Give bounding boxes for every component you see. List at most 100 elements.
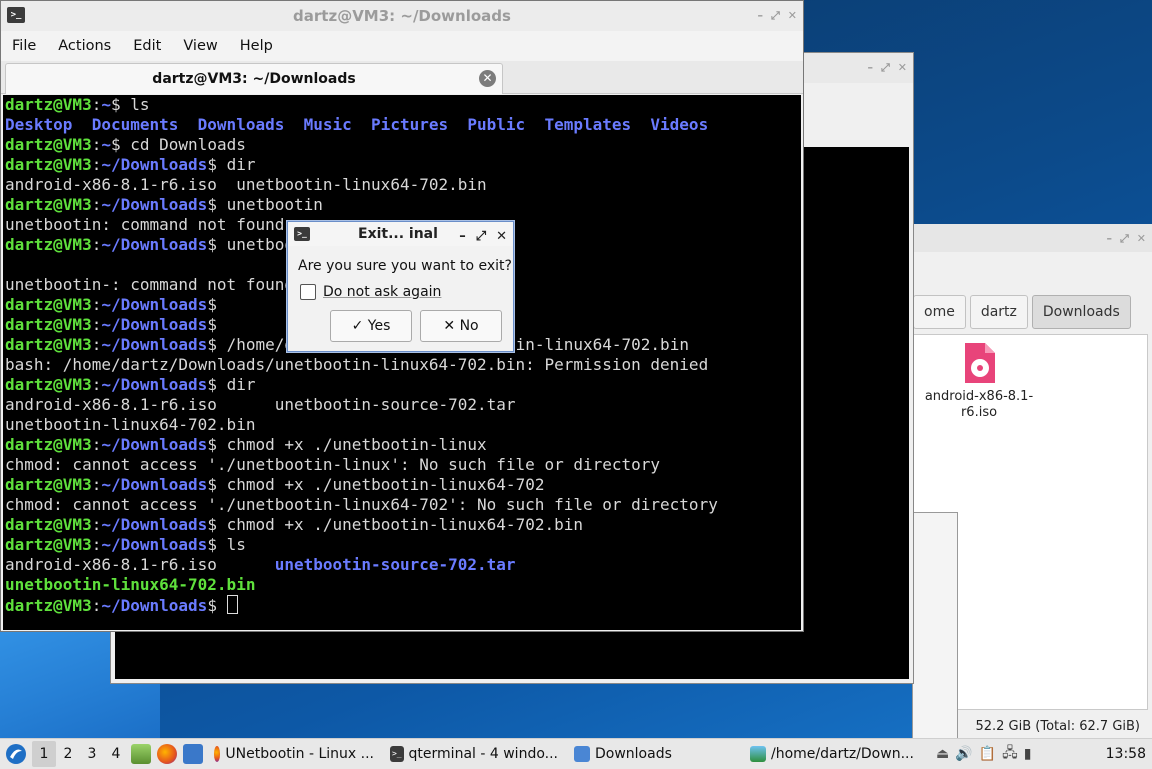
file-manager-launcher-icon[interactable] — [131, 744, 151, 764]
terminal-titlebar[interactable]: >_ dartz@VM3: ~/Downloads – ⤢ ✕ — [1, 1, 803, 31]
terminal-text: $ — [207, 315, 217, 334]
path-button-dartz[interactable]: dartz — [969, 295, 1028, 329]
close-icon[interactable]: ✕ — [496, 225, 507, 249]
menu-actions[interactable]: Actions — [47, 38, 122, 54]
terminal-line: dartz@VM3:~/Downloads$ unetbootin — [3, 195, 801, 215]
workspace-1[interactable]: 1 — [32, 741, 56, 767]
start-menu-icon[interactable] — [4, 742, 28, 766]
terminal-text: : — [91, 335, 102, 354]
path-button-home[interactable]: ome — [913, 295, 966, 329]
maximize-icon[interactable]: ⤢ — [771, 1, 780, 31]
terminal-line: chmod: cannot access './unetbootin-linux… — [3, 455, 801, 475]
system-tray: ⏏ 🔊 📋 🖧 ▮ — [936, 742, 1031, 766]
terminal-line: chmod: cannot access './unetbootin-linux… — [3, 495, 801, 515]
dialog-title: Exit... inal — [358, 226, 438, 242]
menu-view[interactable]: View — [172, 38, 228, 54]
clock[interactable]: 13:58 — [1106, 739, 1146, 769]
updates-icon[interactable]: ⏏ — [936, 746, 949, 762]
prompt-user: dartz@VM3 — [5, 295, 92, 314]
terminal-text: : — [91, 535, 102, 554]
terminal-text: $ chmod +x ./unetbootin-linux64-702.bin — [207, 515, 583, 534]
terminal-cursor — [226, 595, 238, 614]
terminal-text: : — [91, 155, 102, 174]
prompt-user: dartz@VM3 — [5, 596, 92, 615]
background-window[interactable] — [912, 512, 958, 740]
tab-label: dartz@VM3: ~/Downloads — [152, 71, 356, 87]
firefox-launcher-icon[interactable] — [157, 744, 177, 764]
prompt-path: ~/Downloads — [101, 335, 208, 354]
path-button-downloads[interactable]: Downloads — [1031, 295, 1131, 329]
battery-icon[interactable]: ▮ — [1024, 746, 1032, 762]
close-icon[interactable]: ✕ — [788, 1, 797, 31]
minimize-icon[interactable]: – — [459, 225, 466, 249]
terminal-output[interactable]: dartz@VM3:~$ ls Desktop Documents Downloa… — [3, 95, 801, 630]
workspace-2[interactable]: 2 — [56, 746, 80, 762]
workspace-4[interactable]: 4 — [104, 746, 128, 762]
clipboard-icon[interactable]: 📋 — [979, 746, 996, 762]
file-item[interactable]: android-x86-8.1-r6.iso — [924, 341, 1034, 421]
dialog-titlebar[interactable]: >_ Exit... inal – ⤢ ✕ — [288, 222, 513, 246]
prompt-path: ~/Downloads — [101, 435, 208, 454]
prompt-path: ~ — [101, 135, 111, 154]
minimize-icon[interactable]: – — [1106, 225, 1112, 253]
prompt-path: ~/Downloads — [101, 155, 208, 174]
exit-dialog[interactable]: >_ Exit... inal – ⤢ ✕ Are you sure you w… — [287, 221, 514, 352]
terminal-text: chmod: cannot access './unetbootin-linux… — [5, 495, 718, 514]
terminal-text: : — [91, 475, 102, 494]
network-icon[interactable]: 🖧 — [1002, 742, 1018, 766]
terminal-text: Desktop Documents Downloads Music Pictur… — [5, 115, 709, 134]
close-icon[interactable]: ✕ — [898, 53, 907, 83]
terminal-line: dartz@VM3:~/Downloads$ — [3, 595, 801, 615]
disc-image-file-icon — [965, 343, 995, 383]
terminal-text: $ — [207, 596, 227, 615]
file-manager-titlebar[interactable]: – ⤢ ✕ — [913, 224, 1152, 252]
menu-file[interactable]: File — [1, 38, 47, 54]
terminal-line: dartz@VM3:~$ cd Downloads — [3, 135, 801, 155]
task-image-viewer[interactable]: /home/dartz/Down... — [742, 746, 928, 762]
prompt-user: dartz@VM3 — [5, 195, 92, 214]
cancel-icon: ✕ — [443, 318, 456, 334]
task-unetbootin[interactable]: UNetbootin - Linux ... — [206, 746, 382, 762]
menu-edit[interactable]: Edit — [122, 38, 172, 54]
terminal-tab[interactable]: dartz@VM3: ~/Downloads ✕ — [5, 63, 503, 94]
minimize-icon[interactable]: – — [757, 1, 763, 31]
prompt-user: dartz@VM3 — [5, 515, 92, 534]
terminal-text: : — [91, 235, 102, 254]
task-downloads[interactable]: Downloads — [566, 746, 742, 762]
task-qterminal[interactable]: >_ qterminal - 4 windo... — [382, 746, 566, 762]
prompt-path: ~/Downloads — [101, 515, 208, 534]
checkbox-label[interactable]: Do not ask again — [323, 284, 441, 300]
maximize-icon[interactable]: ⤢ — [1120, 225, 1129, 253]
no-button[interactable]: ✕ No — [420, 310, 502, 342]
firefox-icon — [214, 746, 221, 762]
workspace-3[interactable]: 3 — [80, 746, 104, 762]
do-not-ask-checkbox[interactable] — [300, 284, 316, 300]
minimize-icon[interactable]: – — [867, 53, 873, 83]
prompt-path: ~/Downloads — [101, 295, 208, 314]
no-label: No — [459, 318, 479, 334]
terminal-icon: >_ — [7, 7, 25, 23]
maximize-icon[interactable]: ⤢ — [476, 225, 486, 249]
dialog-message: Are you sure you want to exit? — [298, 258, 512, 274]
tab-close-icon[interactable]: ✕ — [479, 70, 496, 87]
terminal-text: android-x86-8.1-r6.iso — [5, 555, 275, 574]
menu-help[interactable]: Help — [229, 38, 284, 54]
volume-icon[interactable]: 🔊 — [955, 746, 972, 762]
prompt-user: dartz@VM3 — [5, 475, 92, 494]
prompt-path: ~/Downloads — [101, 535, 208, 554]
terminal-text: bash: /home/dartz/Downloads/unetbootin-l… — [5, 355, 709, 374]
terminal-text: : — [91, 135, 102, 154]
show-desktop-icon[interactable] — [183, 744, 203, 764]
yes-button[interactable]: ✓ Yes — [330, 310, 412, 342]
terminal-line: dartz@VM3:~$ ls — [3, 95, 801, 115]
terminal-text: unetbootin-linux64-702.bin — [5, 415, 256, 434]
maximize-icon[interactable]: ⤢ — [881, 53, 890, 83]
terminal-line: dartz@VM3:~/Downloads$ chmod +x ./unetbo… — [3, 515, 801, 535]
path-bar: ome dartz Downloads — [913, 292, 1131, 332]
close-icon[interactable]: ✕ — [1137, 225, 1146, 253]
taskbar: 1 2 3 4 UNetbootin - Linux ... >_ qtermi… — [0, 738, 1152, 769]
do-not-ask-checkbox-row[interactable]: Do not ask again — [300, 284, 441, 300]
terminal-text: unetbootin-: command not found — [5, 275, 294, 294]
prompt-path: ~/Downloads — [101, 195, 208, 214]
folder-icon — [574, 746, 590, 762]
